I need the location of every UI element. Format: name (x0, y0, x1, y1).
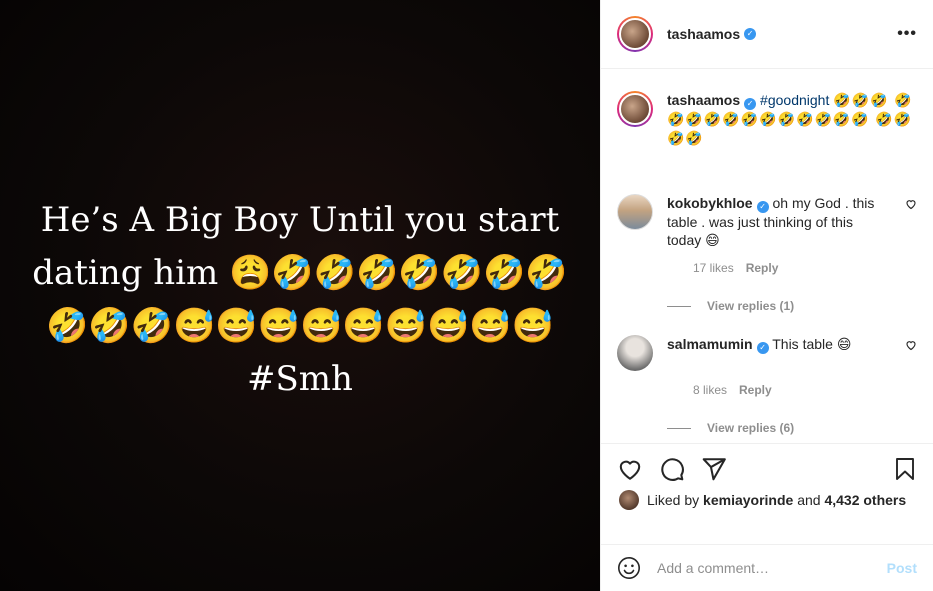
like-heart-icon[interactable] (617, 456, 643, 482)
likes-middle: and (797, 492, 821, 508)
view-replies-button[interactable]: View replies (1) (667, 299, 917, 313)
author-avatar[interactable] (617, 16, 653, 52)
add-comment-bar: Post (601, 544, 933, 591)
verified-badge-icon: ✓ (744, 98, 757, 110)
reply-button[interactable]: Reply (739, 383, 772, 397)
likes-count[interactable]: 4,432 others (824, 492, 906, 508)
replies-divider (667, 305, 691, 307)
commenter-avatar[interactable] (617, 194, 653, 230)
view-replies-label: View replies (1) (707, 299, 795, 313)
verified-badge-icon: ✓ (756, 342, 769, 354)
comment-bubble-icon[interactable] (659, 456, 685, 482)
comment-meta: 8 likes Reply (693, 383, 917, 397)
view-replies-label: View replies (6) (707, 421, 795, 435)
post-side-panel: tashaamos ✓ ••• tashaamos ✓ #goodnight 🤣🤣… (600, 0, 933, 591)
like-comment-heart-icon[interactable] (905, 198, 917, 210)
comment-input[interactable] (657, 560, 887, 576)
post-header: tashaamos ✓ ••• (601, 0, 933, 69)
emoji-smiley-icon[interactable] (617, 556, 641, 580)
caption-hashtag[interactable]: #goodnight (760, 92, 829, 108)
caption-username[interactable]: tashaamos (667, 92, 740, 108)
like-comment-heart-icon[interactable] (905, 339, 917, 351)
liker-username[interactable]: kemiayorinde (703, 492, 793, 508)
more-options-icon[interactable]: ••• (897, 25, 917, 43)
verified-badge-icon: ✓ (744, 28, 757, 40)
commenter-avatar[interactable] (617, 335, 653, 371)
comment-likes[interactable]: 8 likes (693, 383, 727, 397)
verified-badge-icon: ✓ (756, 201, 769, 213)
comments-section: tashaamos ✓ #goodnight 🤣🤣🤣 🤣🤣🤣🤣🤣🤣🤣🤣🤣🤣🤣🤣 🤣… (601, 69, 933, 443)
comment-meta: 17 likes Reply (693, 261, 917, 275)
post-image-text: He’s A Big Boy Until you start dating hi… (32, 199, 568, 399)
reply-button[interactable]: Reply (746, 261, 779, 275)
post-image[interactable]: He’s A Big Boy Until you start dating hi… (0, 0, 600, 591)
replies-divider (667, 427, 691, 429)
comment-text: This table 😄 (772, 336, 852, 352)
comment-likes[interactable]: 17 likes (693, 261, 734, 275)
comment-item: salmamumin ✓ This table 😄 (617, 335, 917, 371)
caption: tashaamos ✓ #goodnight 🤣🤣🤣 🤣🤣🤣🤣🤣🤣🤣🤣🤣🤣🤣🤣 🤣… (617, 91, 917, 148)
caption-avatar[interactable] (617, 91, 653, 127)
view-replies-button[interactable]: View replies (6) (667, 421, 917, 435)
share-paper-plane-icon[interactable] (701, 456, 727, 482)
likes-prefix: Liked by (647, 492, 700, 508)
likes-summary: Liked by kemiayorinde and 4,432 others (619, 490, 906, 510)
commenter-username[interactable]: kokobykhloe (667, 195, 753, 211)
commenter-username[interactable]: salmamumin (667, 336, 753, 352)
post-actions (601, 443, 933, 493)
save-bookmark-icon[interactable] (893, 456, 917, 482)
post-comment-button[interactable]: Post (887, 560, 917, 576)
liker-avatar[interactable] (619, 490, 639, 510)
author-username[interactable]: tashaamos (667, 26, 740, 42)
comment-item: kokobykhloe ✓ oh my God . this table . wa… (617, 194, 917, 249)
